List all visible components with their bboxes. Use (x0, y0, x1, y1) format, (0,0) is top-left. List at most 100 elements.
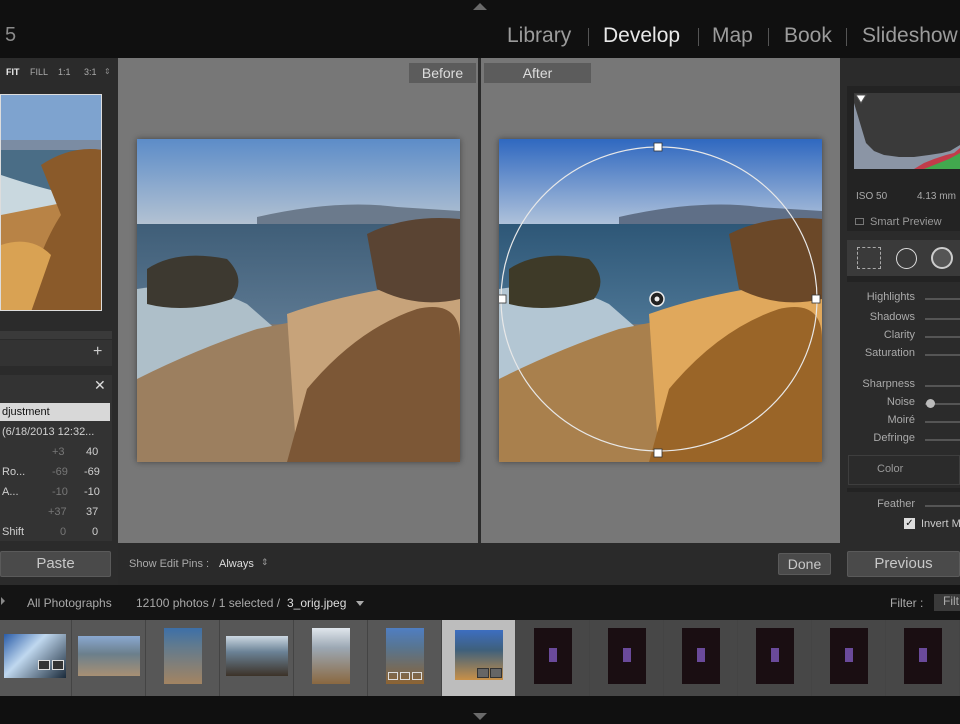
red-eye-tool-icon[interactable] (931, 247, 953, 269)
panel-divider (847, 488, 960, 492)
slider-track-moire[interactable] (925, 421, 960, 423)
after-label: After (484, 63, 591, 83)
zoom-stepper-icon[interactable]: ⇕ (104, 67, 111, 76)
source-label[interactable]: All Photographs (27, 596, 112, 610)
noise-slider-thumb[interactable] (926, 399, 935, 408)
slider-label-noise: Noise (886, 396, 915, 408)
previous-button[interactable]: Previous (847, 551, 960, 577)
photo-count: 12100 photos / 1 selected / (136, 596, 281, 610)
film-thumb[interactable] (72, 620, 146, 696)
slider-track-highlights[interactable] (925, 298, 960, 300)
film-thumb[interactable] (368, 620, 442, 696)
history-row-name: Ro... (2, 466, 26, 478)
add-icon[interactable]: + (93, 343, 102, 361)
film-thumb-selected[interactable] (442, 620, 516, 696)
history-row[interactable]: (6/18/2013 12:32... (0, 423, 112, 443)
film-thumb[interactable] (886, 620, 960, 696)
filter-handle-top[interactable] (653, 142, 663, 152)
slider-track-defringe[interactable] (925, 439, 960, 441)
module-separator (768, 28, 769, 46)
film-thumb[interactable] (664, 620, 738, 696)
histogram-chart (854, 93, 960, 169)
before-label: Before (409, 63, 476, 83)
before-photo[interactable] (137, 139, 460, 462)
history-row-delta: +37 (48, 506, 67, 518)
history-selected-item[interactable]: djustment (0, 403, 110, 421)
navigator-image (1, 95, 101, 310)
film-thumb[interactable] (294, 620, 368, 696)
panel-divider (0, 331, 112, 339)
module-library[interactable]: Library (507, 24, 571, 48)
history-row-value: 0 (92, 526, 99, 538)
slider-label-moire: Moiré (887, 414, 915, 426)
slider-track-shadows[interactable] (925, 318, 960, 320)
slider-track-feather[interactable] (925, 505, 960, 507)
before-photo-image (137, 139, 460, 462)
filter-handle-right[interactable] (811, 294, 821, 304)
history-row-name: Shift (2, 526, 25, 538)
history-row[interactable]: Ro... -69 -69 (0, 463, 112, 483)
history-row-value: 40 (86, 446, 99, 458)
collapse-bottom-arrow-icon[interactable] (473, 713, 487, 720)
close-icon[interactable]: ✕ (94, 377, 106, 394)
history-row[interactable]: Shift 0 0 (0, 523, 112, 543)
history-row[interactable]: A... -10 -10 (0, 483, 112, 503)
compare-divider (478, 58, 481, 543)
filename[interactable]: 3_orig.jpeg (287, 596, 346, 610)
zoom-1-1[interactable]: 1:1 (58, 67, 71, 77)
history-row[interactable]: +37 37 (0, 503, 112, 523)
slider-track-clarity[interactable] (925, 336, 960, 338)
history-row-delta: -10 (52, 486, 68, 498)
module-book[interactable]: Book (784, 24, 832, 48)
spot-removal-icon[interactable] (896, 248, 917, 269)
edit-pins-label: Show Edit Pins : (129, 558, 210, 570)
invert-mask-checkbox[interactable]: ✓ (904, 518, 915, 529)
slider-label-highlights: Highlights (866, 291, 915, 303)
nav-arrow-icon[interactable] (1, 597, 5, 605)
slider-track-saturation[interactable] (925, 354, 960, 356)
zoom-fill[interactable]: FILL (30, 67, 48, 77)
slider-track-sharpness[interactable] (925, 385, 960, 387)
collapse-top-arrow-icon[interactable] (473, 3, 487, 10)
zoom-fit[interactable]: FIT (6, 67, 20, 77)
filter-handle-left[interactable] (499, 294, 507, 304)
film-thumb[interactable] (0, 620, 72, 696)
history-row-delta: -69 (52, 466, 68, 478)
history-row-delta: 0 (60, 526, 67, 538)
film-thumb[interactable] (220, 620, 294, 696)
slider-label-feather: Feather (877, 498, 915, 510)
color-label: Color (877, 463, 904, 475)
history-row-name: A... (2, 486, 19, 498)
module-slideshow[interactable]: Slideshow (862, 24, 958, 48)
crop-tool-icon[interactable] (857, 247, 881, 269)
done-button[interactable]: Done (778, 553, 831, 575)
chevron-updown-icon[interactable]: ⇕ (261, 557, 269, 568)
smart-preview-label[interactable]: Smart Preview (870, 216, 942, 228)
zoom-3-1[interactable]: 3:1 (84, 67, 97, 77)
invert-mask-label: Invert M (921, 518, 960, 530)
paste-button[interactable]: Paste (0, 551, 111, 577)
module-map[interactable]: Map (712, 24, 753, 48)
history-row-delta: +3 (52, 446, 65, 458)
history-row[interactable]: +3 40 (0, 443, 112, 463)
module-develop[interactable]: Develop (603, 24, 680, 48)
filter-handle-bottom[interactable] (653, 448, 663, 458)
filter-label: Filter : (890, 596, 924, 610)
film-thumb[interactable] (516, 620, 590, 696)
film-thumb[interactable] (146, 620, 220, 696)
film-thumb[interactable] (590, 620, 664, 696)
iso-value: ISO 50 (856, 191, 888, 202)
module-separator (698, 28, 699, 46)
history-row-value: -10 (84, 486, 100, 498)
slider-label-shadows: Shadows (869, 311, 915, 323)
radial-filter-overlay[interactable] (499, 139, 822, 462)
app-version: 5 (5, 24, 17, 46)
filter-select[interactable]: Filt (934, 594, 960, 611)
color-row (848, 455, 960, 485)
edit-pins-select[interactable]: Always (219, 558, 254, 570)
navigator-preview[interactable] (0, 94, 102, 311)
film-thumb[interactable] (812, 620, 886, 696)
chevron-down-icon[interactable] (356, 601, 364, 606)
film-thumb[interactable] (738, 620, 812, 696)
slider-label-sharpness: Sharpness (862, 378, 915, 390)
